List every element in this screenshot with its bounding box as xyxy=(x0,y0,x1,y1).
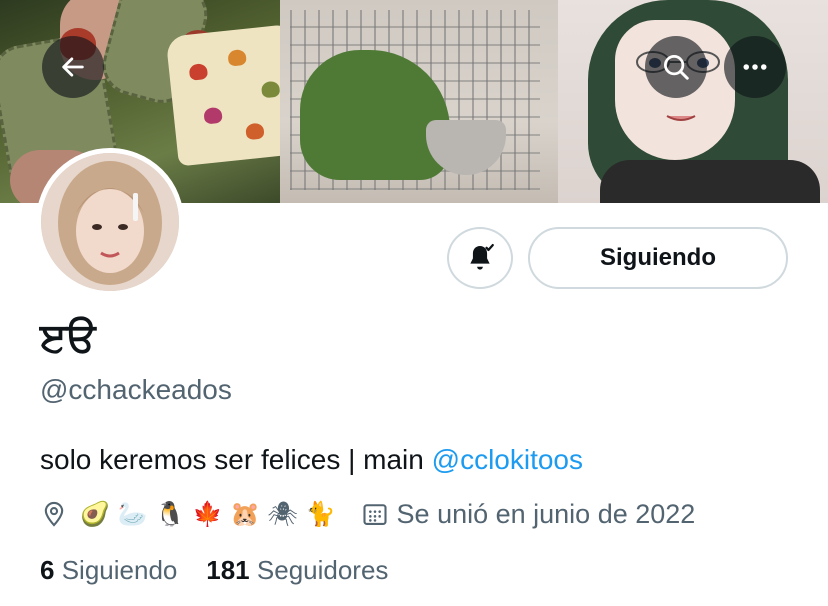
bell-subscribed-icon xyxy=(470,243,494,270)
more-dots-icon xyxy=(743,64,767,70)
followers-stat[interactable]: 181 Seguidores xyxy=(206,555,388,585)
bio-text: solo keremos ser felices | main xyxy=(40,444,432,475)
banner-anime-shirt xyxy=(600,160,820,203)
following-button[interactable]: Siguiendo xyxy=(528,227,788,289)
calendar-icon xyxy=(361,500,389,528)
notifications-bell-button[interactable] xyxy=(447,227,513,289)
profile-stats: 6 Siguiendo 181 Seguidores xyxy=(40,555,388,586)
search-icon xyxy=(664,55,689,80)
profile-bio: solo keremos ser felices | main @cclokit… xyxy=(40,444,583,476)
followers-label: Seguidores xyxy=(256,555,389,585)
location-emojis: 🥑 🦢 🐧 🍁 🐹 🕷 🐈 xyxy=(80,500,336,528)
profile-meta-row: 🥑 🦢 🐧 🍁 🐹 🕷 🐈 Se unió en junio de 2022 xyxy=(40,494,695,534)
back-button[interactable] xyxy=(42,36,104,98)
avatar[interactable] xyxy=(36,148,184,296)
display-name: ੲੳ xyxy=(40,315,96,361)
more-options-button[interactable] xyxy=(724,36,786,98)
arrow-left-icon xyxy=(62,57,84,77)
joined-date: Se unió en junio de 2022 xyxy=(396,498,696,529)
following-label: Siguiendo xyxy=(61,555,178,585)
profile-handle: @cchackeados xyxy=(40,374,232,405)
bio-mention-link[interactable]: @cclokitoos xyxy=(432,444,583,475)
search-button[interactable] xyxy=(645,36,707,98)
location-pin-icon xyxy=(40,500,68,528)
followers-count: 181 xyxy=(206,555,250,585)
following-stat[interactable]: 6 Siguiendo xyxy=(40,555,185,585)
following-count: 6 xyxy=(40,555,55,585)
